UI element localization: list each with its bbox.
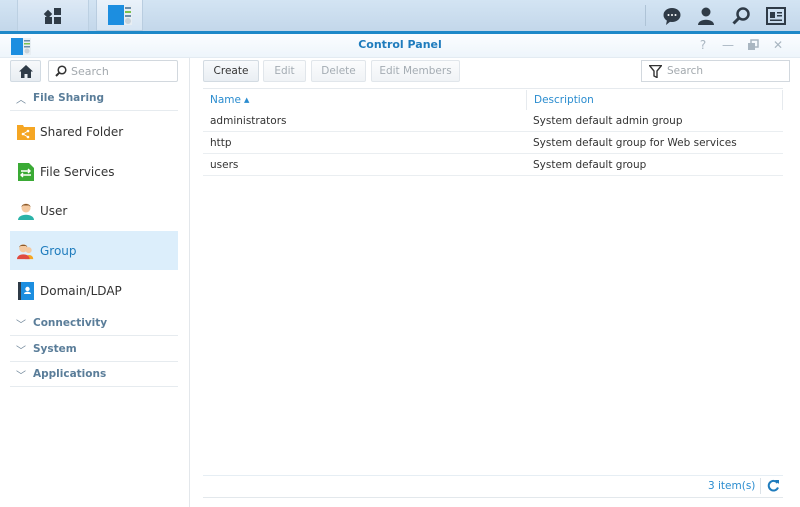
- footer-bottom-border: [203, 497, 783, 498]
- edit-members-button[interactable]: Edit Members: [371, 60, 460, 82]
- main-menu-icon: [43, 7, 61, 24]
- group-icon: [17, 242, 35, 260]
- window-titlebar[interactable]: Control Panel ? — ✕: [0, 34, 800, 58]
- file-services-icon: [17, 162, 35, 181]
- help-icon: ?: [699, 38, 707, 52]
- restore-icon: [748, 39, 759, 50]
- taskbar: [0, 0, 800, 31]
- sort-ascending-icon: ▲: [243, 96, 250, 104]
- table-row[interactable]: administrators System default admin grou…: [203, 110, 783, 132]
- table-row[interactable]: users System default group: [203, 154, 783, 176]
- taskbar-divider: [645, 5, 646, 26]
- section-applications[interactable]: ﹀ Applications: [10, 362, 178, 387]
- home-button[interactable]: [10, 60, 41, 82]
- delete-button[interactable]: Delete: [311, 60, 366, 82]
- window-title: Control Panel: [358, 38, 442, 51]
- home-icon: [18, 64, 33, 78]
- domain-ldap-icon: [17, 281, 35, 300]
- sidebar-item-file-services[interactable]: File Services: [10, 152, 178, 191]
- section-file-sharing[interactable]: ︿ File Sharing: [10, 86, 178, 111]
- control-panel-icon: [107, 5, 132, 25]
- main-panel: Create Edit Delete Edit Members Name ▲ D…: [191, 58, 800, 507]
- sidebar-search-input[interactable]: [71, 64, 171, 78]
- filter-search-input[interactable]: [667, 65, 782, 77]
- search-button[interactable]: [724, 0, 758, 31]
- help-button[interactable]: ?: [695, 37, 711, 53]
- sidebar-search-field[interactable]: [48, 60, 178, 82]
- user-icon: [698, 7, 714, 25]
- restore-button[interactable]: [745, 37, 761, 53]
- search-icon: [732, 6, 750, 25]
- chevron-down-icon: ﹀: [16, 345, 26, 357]
- chevron-down-icon: ﹀: [16, 370, 26, 382]
- shared-folder-icon: [17, 123, 35, 141]
- sidebar-item-domain-ldap[interactable]: Domain/LDAP: [10, 271, 178, 310]
- refresh-button[interactable]: [767, 479, 781, 493]
- taskbar-control-panel-button[interactable]: [96, 0, 143, 31]
- edit-button[interactable]: Edit: [263, 60, 306, 82]
- minimize-icon: —: [722, 38, 734, 52]
- column-header-description[interactable]: Description: [527, 90, 783, 110]
- footer-divider: [203, 475, 783, 476]
- filter-icon: [649, 64, 662, 78]
- sidebar-item-user[interactable]: User: [10, 191, 178, 230]
- sidebar-item-shared-folder[interactable]: Shared Folder: [10, 112, 178, 151]
- notifications-icon: [663, 7, 681, 25]
- minimize-button[interactable]: —: [720, 37, 736, 53]
- filter-search-field[interactable]: [641, 60, 790, 82]
- section-connectivity[interactable]: ﹀ Connectivity: [10, 311, 178, 336]
- notifications-button[interactable]: [655, 0, 689, 31]
- close-button[interactable]: ✕: [770, 37, 786, 53]
- chevron-down-icon: ﹀: [16, 319, 26, 331]
- refresh-icon: [767, 479, 779, 492]
- table-row[interactable]: http System default group for Web servic…: [203, 132, 783, 154]
- item-count: 3 item(s): [708, 480, 756, 492]
- create-button[interactable]: Create: [203, 60, 259, 82]
- column-header-name[interactable]: Name ▲: [203, 90, 527, 110]
- main-menu-button[interactable]: [17, 0, 89, 31]
- footer-separator: [760, 478, 761, 494]
- sidebar-item-group[interactable]: Group: [10, 231, 178, 270]
- widgets-button[interactable]: [759, 0, 793, 31]
- widgets-icon: [766, 6, 786, 25]
- chevron-up-icon: ︿: [16, 94, 26, 106]
- close-icon: ✕: [772, 38, 784, 52]
- search-icon: [55, 65, 67, 77]
- user-menu-button[interactable]: [689, 0, 723, 31]
- sidebar: ︿ File Sharing Shared Folder File Servic…: [0, 58, 190, 507]
- user-icon: [17, 202, 35, 220]
- section-system[interactable]: ﹀ System: [10, 337, 178, 362]
- toolbar-divider: [203, 88, 783, 89]
